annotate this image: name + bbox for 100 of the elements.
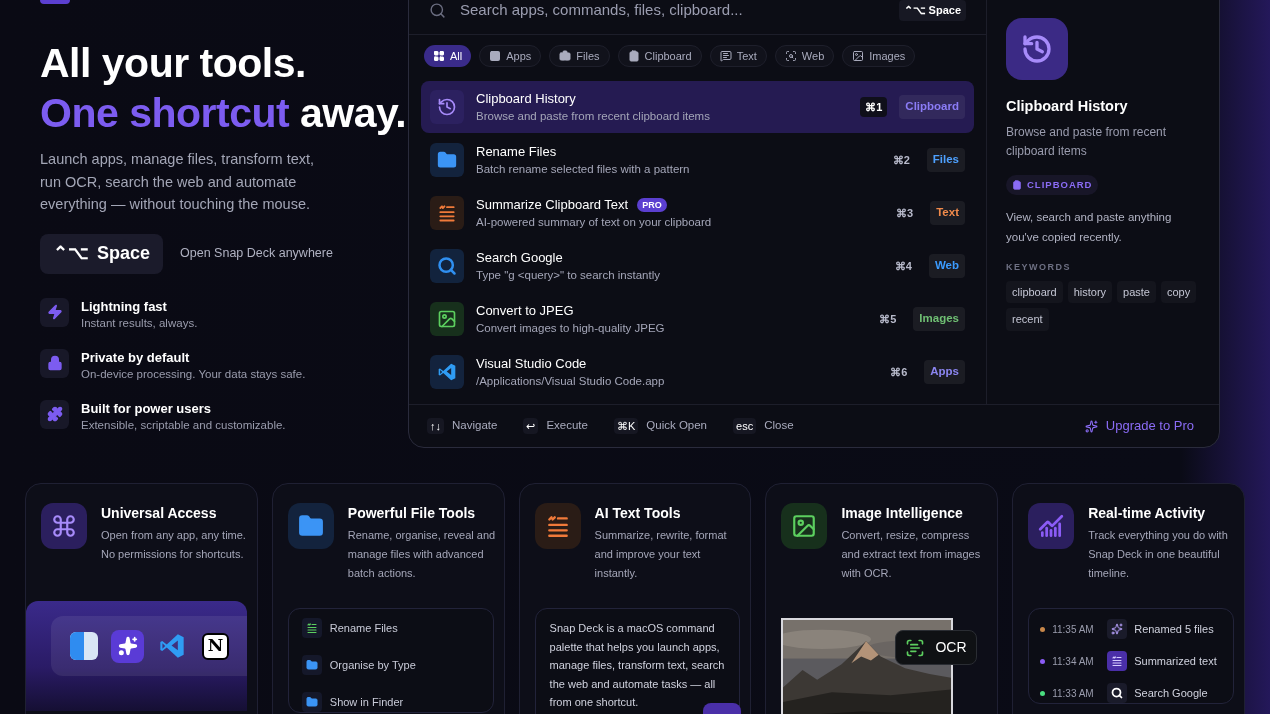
result-subtitle: Batch rename selected files with a pattern xyxy=(476,162,691,177)
feature-subtitle: Extensible, scriptable and customizable. xyxy=(81,417,286,433)
dock-app[interactable] xyxy=(67,629,100,663)
search-icon xyxy=(437,256,457,276)
feature-title: Lightning fast xyxy=(81,297,168,315)
shortcut-key: ⌘4 xyxy=(889,255,917,277)
feature-description: Open from any app, any time. No permissions for shortcuts. xyxy=(101,528,247,562)
detail-body: View, search and paste anything you've copied recently. xyxy=(1006,210,1173,245)
ribbon-icon xyxy=(437,362,457,382)
category-tag: Files xyxy=(926,148,965,172)
keyword-chip: paste xyxy=(1117,280,1156,303)
dock-app[interactable] xyxy=(111,629,144,663)
folder-icon xyxy=(297,513,324,539)
result-title: Summarize Clipboard Text xyxy=(476,196,629,214)
entry-label: Renamed 5 files xyxy=(1134,621,1214,637)
scan-icon xyxy=(905,637,926,658)
hint-label: Navigate xyxy=(452,418,498,434)
feature-title: Real-time Activity xyxy=(1088,504,1207,523)
keywords-label: KEYWORDS xyxy=(1006,261,1072,274)
hero-heading: away. xyxy=(300,90,407,136)
feature-description: Rename, organise, reveal and manage files with advanced batch actions. xyxy=(347,528,496,581)
category-tag: Images xyxy=(913,307,965,331)
image-icon xyxy=(791,513,818,539)
hint-label: Quick Open xyxy=(646,418,708,434)
keyword-chip: recent xyxy=(1006,308,1049,331)
file-action-label[interactable]: Show in Finder xyxy=(329,693,404,711)
ocr-badge: OCR xyxy=(895,630,977,665)
result-row[interactable]: Visual Studio Code /Applications/Visual Studio Code.app ⌘6 Apps xyxy=(421,346,974,398)
lock-icon xyxy=(46,355,63,371)
two-tone-tile-icon xyxy=(69,632,98,660)
clipboard-icon xyxy=(627,50,640,62)
result-subtitle: Convert images to high-quality JPEG xyxy=(476,321,666,336)
result-subtitle: Type "g <query>" to search instantly xyxy=(476,268,661,283)
filter-tab[interactable]: Clipboard xyxy=(617,45,702,67)
search-icon xyxy=(784,50,797,62)
snippet-text: Snap Deck is a macOS command palette that helps you launch apps, manage files, transform text, search the web and automate tasks — all from one shortcut. xyxy=(549,621,726,710)
detail-title: Clipboard History xyxy=(1006,97,1129,116)
image-icon xyxy=(852,50,865,62)
filter-tab[interactable]: Images xyxy=(842,45,916,67)
filter-tab[interactable]: Apps xyxy=(479,45,542,67)
result-row[interactable]: Search Google Type "g <query>" to search instantly ⌘4 Web xyxy=(421,240,974,292)
key-hint: esc xyxy=(733,417,757,435)
result-row[interactable]: Convert to JPEG Convert images to high-quality JPEG ⌘5 Images xyxy=(421,293,974,345)
shortcut-key: ⌘2 xyxy=(887,149,915,171)
history-icon xyxy=(1021,33,1053,65)
entry-time: 11:34 AM xyxy=(1052,654,1095,669)
result-subtitle: /Applications/Visual Studio Code.app xyxy=(476,374,666,389)
result-row[interactable]: Rename Files Batch rename selected files with a pattern ⌘2 Files xyxy=(421,134,974,186)
feature-title: Private by default xyxy=(81,348,191,366)
shortcut-key: ⌘1 xyxy=(860,96,888,118)
folder-icon xyxy=(437,150,457,170)
text-lines-icon xyxy=(437,203,457,223)
feature-description: Convert, resize, compress and extract text from images with OCR. xyxy=(841,528,982,581)
sparkles-icon xyxy=(1084,419,1098,433)
bolt-icon xyxy=(46,304,63,320)
hero-heading-accent: One shortcut xyxy=(40,90,290,136)
entry-label: Search Google xyxy=(1134,685,1208,701)
logo-tile xyxy=(40,0,70,4)
filter-tab[interactable]: Files xyxy=(549,45,610,67)
feature-title: Image Intelligence xyxy=(841,504,964,523)
category-tag: Web xyxy=(928,254,965,278)
keyword-chip: clipboard xyxy=(1006,280,1063,303)
filter-tab[interactable]: Web xyxy=(774,45,835,67)
sparkles-icon xyxy=(117,636,138,656)
file-action-label[interactable]: Rename Files xyxy=(329,619,398,637)
filter-tab[interactable]: Text xyxy=(709,45,767,67)
message-icon xyxy=(719,50,732,62)
image-icon xyxy=(437,309,457,329)
command-icon xyxy=(51,513,77,539)
history-icon xyxy=(437,97,457,117)
clipboard-icon xyxy=(1012,179,1022,190)
pro-badge: PRO xyxy=(637,198,667,212)
shortcut-key: ⌃⌥ Space xyxy=(898,0,966,21)
result-row[interactable]: Clipboard History Browse and paste from recent clipboard items ⌘1 Clipboard xyxy=(421,81,974,133)
shortcut-key: ⌘5 xyxy=(874,308,902,330)
hint-label: Execute xyxy=(546,418,588,434)
search-field[interactable]: Search apps, commands, files, clipboard... xyxy=(460,0,885,22)
hero-description: Launch apps, manage files, transform text, run OCR, search the web and automate everything — without touching the mouse. xyxy=(40,150,316,214)
shortcut-key: ⌃⌥ Space xyxy=(40,233,164,274)
result-row[interactable]: Summarize Clipboard Text PRO AI-powered summary of text on your clipboard ⌘3 Text xyxy=(421,187,974,239)
puzzle-icon xyxy=(46,406,63,422)
feature-title: Universal Access xyxy=(101,504,218,523)
result-title: Convert to JPEG xyxy=(476,302,574,320)
filter-tab[interactable]: All xyxy=(424,45,472,67)
upgrade-link[interactable]: Upgrade to Pro xyxy=(1084,416,1194,436)
category-tag: Apps xyxy=(924,360,965,384)
feature-subtitle: Instant results, always. xyxy=(81,315,198,331)
feature-subtitle: On-device processing. Your data stays safe. xyxy=(81,366,306,382)
result-subtitle: Browse and paste from recent clipboard items xyxy=(476,109,711,124)
key-hint: ↑↓ xyxy=(427,417,444,435)
feature-title: Built for power users xyxy=(81,399,213,417)
feature-description: Track everything you do with Snap Deck in one beautiful timeline. xyxy=(1088,528,1229,581)
shortcut-key: ⌘3 xyxy=(891,202,919,224)
file-action-label[interactable]: Organise by Type xyxy=(329,656,416,674)
entry-time: 11:33 AM xyxy=(1052,686,1095,701)
shortcut-caption: Open Snap Deck anywhere xyxy=(180,245,333,263)
category-tag: Text xyxy=(930,201,965,225)
hero-heading: All your tools. xyxy=(40,39,307,88)
hint-label: Close xyxy=(764,418,794,434)
category-pill: CLIPBOARD xyxy=(1006,174,1099,195)
